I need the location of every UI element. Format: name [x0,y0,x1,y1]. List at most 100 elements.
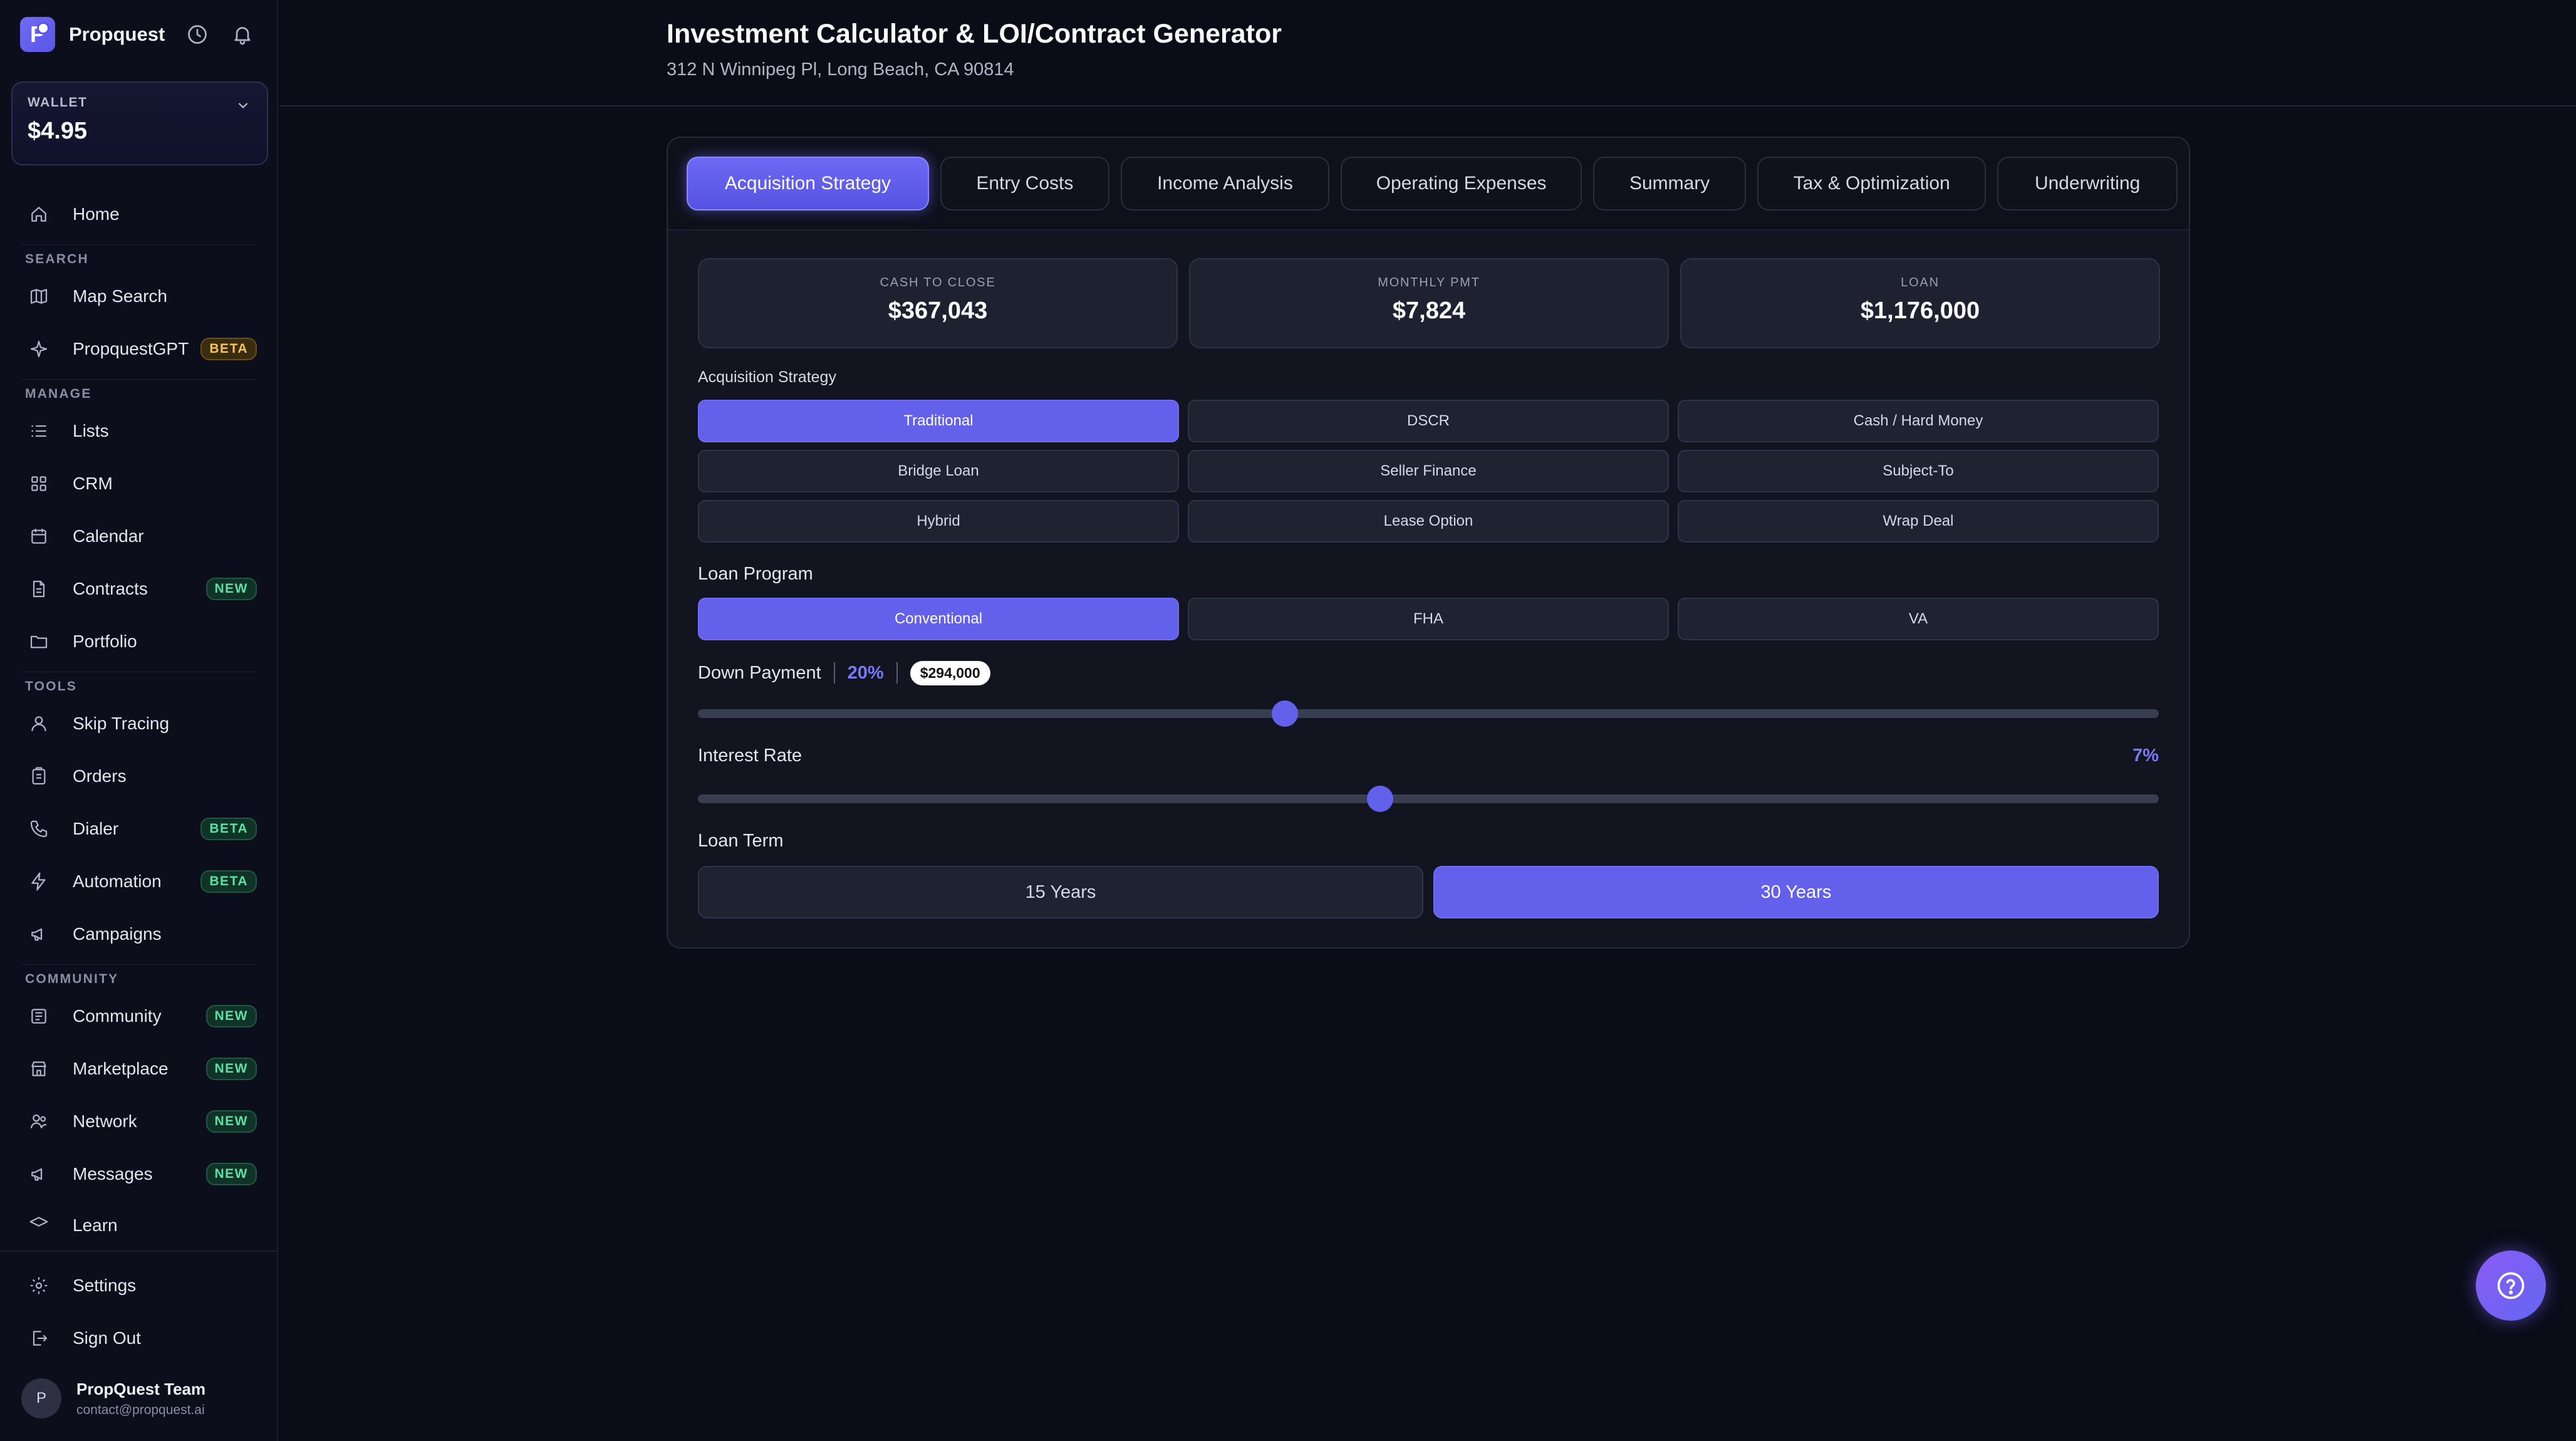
sidebar-item-settings[interactable]: Settings [0,1259,278,1312]
strategy-option-hybrid[interactable]: Hybrid [698,500,1179,543]
history-icon[interactable] [185,22,210,47]
sidebar-item-network[interactable]: Network NEW [0,1095,278,1148]
chevron-down-icon[interactable] [234,96,252,114]
strategy-option-bridge-loan[interactable]: Bridge Loan [698,450,1179,492]
loan-term-30-years[interactable]: 30 Years [1433,866,2159,918]
bell-icon[interactable] [230,22,255,47]
sidebar-item-orders[interactable]: Orders [0,750,278,803]
newspaper-icon [28,1005,50,1027]
sidebar-item-sign-out[interactable]: Sign Out [0,1312,278,1365]
sidebar-item-crm[interactable]: CRM [0,457,278,510]
sidebar-item-label: Portfolio [73,632,137,651]
beta-badge: BETA [200,338,257,360]
property-address: 312 N Winnipeg Pl, Long Beach, CA 90814 [667,60,1014,80]
wallet-card[interactable]: WALLET $4.95 [11,81,268,165]
strategy-option-wrap-deal[interactable]: Wrap Deal [1678,500,2159,543]
main-content: Investment Calculator & LOI/Contract Gen… [279,0,2576,1441]
sidebar-item-label: Map Search [73,286,167,306]
list-icon [28,420,50,442]
divider [896,662,898,684]
strategy-option-cash-hard-money[interactable]: Cash / Hard Money [1678,400,2159,442]
interest-rate-slider[interactable] [698,786,2159,812]
beta-badge: BETA [200,870,257,893]
nav-section-tools: TOOLS [25,679,77,694]
sidebar-item-calendar[interactable]: Calendar [0,510,278,563]
sidebar-item-messages[interactable]: Messages NEW [0,1148,278,1200]
down-payment-row: Down Payment 20% $294,000 [698,660,990,685]
sidebar-nav: Home SEARCH Map Search PropquestGPT BETA… [0,188,278,1236]
map-icon [28,285,50,308]
sidebar-item-home[interactable]: Home [0,188,278,241]
loan-program-conventional[interactable]: Conventional [698,598,1179,640]
user-icon [28,712,50,735]
document-icon [28,578,50,600]
strategy-option-seller-finance[interactable]: Seller Finance [1188,450,1669,492]
stat-cash-to-close: CASH TO CLOSE $367,043 [698,258,1178,348]
phone-icon [28,818,50,840]
sidebar-item-dialer[interactable]: Dialer BETA [0,803,278,855]
stats-row: CASH TO CLOSE $367,043 MONTHLY PMT $7,82… [698,258,2160,348]
strategy-option-dscr[interactable]: DSCR [1188,400,1669,442]
down-payment-label: Down Payment [698,662,821,683]
tab-acquisition-strategy[interactable]: Acquisition Strategy [687,157,929,211]
sidebar-item-label: Contracts [73,579,148,598]
tab-summary[interactable]: Summary [1593,157,1747,211]
brand-logo[interactable]: P [20,17,55,52]
sidebar-item-label: Orders [73,766,127,786]
loan-term-15-years[interactable]: 15 Years [698,866,1423,918]
slider-thumb[interactable] [1272,700,1299,727]
sidebar-item-community[interactable]: Community NEW [0,990,278,1043]
tab-income-analysis[interactable]: Income Analysis [1120,157,1330,211]
grid-icon [28,472,50,495]
calculator-panel: Acquisition Strategy Entry Costs Income … [667,137,2190,949]
stat-label: MONTHLY PMT [1378,276,1480,289]
sidebar-item-automation[interactable]: Automation BETA [0,855,278,908]
header-divider [279,105,2576,107]
down-payment-amount: $294,000 [910,660,990,685]
tab-bar: Acquisition Strategy Entry Costs Income … [668,138,2189,231]
tab-underwriting[interactable]: Underwriting [1997,157,2178,211]
sidebar-item-lists[interactable]: Lists [0,405,278,457]
sidebar-item-learn[interactable]: Learn [0,1200,278,1236]
sidebar-item-label: Skip Tracing [73,714,170,733]
brand-logo-dot [37,22,49,34]
loan-term-label: Loan Term [698,831,784,851]
loan-program-fha[interactable]: FHA [1188,598,1669,640]
strategy-option-subject-to[interactable]: Subject-To [1678,450,2159,492]
sidebar-item-portfolio[interactable]: Portfolio [0,615,278,668]
user-profile[interactable]: P PropQuest Team contact@propquest.ai [21,1378,205,1418]
down-payment-slider[interactable] [698,700,2159,727]
brand: P Propquest [20,16,255,53]
divider [833,662,835,684]
nav-section-search: SEARCH [25,252,89,266]
stat-label: CASH TO CLOSE [880,276,996,289]
sidebar-item-contracts[interactable]: Contracts NEW [0,563,278,615]
lightning-icon [28,870,50,893]
sidebar-item-skip-tracing[interactable]: Skip Tracing [0,697,278,750]
loan-program-va[interactable]: VA [1678,598,2159,640]
megaphone-icon [28,1163,50,1185]
slider-thumb[interactable] [1367,786,1394,812]
interest-rate-value: 7% [2132,746,2159,766]
strategy-option-lease-option[interactable]: Lease Option [1188,500,1669,543]
megaphone-icon [28,923,50,945]
tab-operating-expenses[interactable]: Operating Expenses [1341,157,1582,211]
sidebar-footer: Settings Sign Out [0,1251,278,1365]
sidebar-item-label: Calendar [73,526,144,546]
strategy-option-traditional[interactable]: Traditional [698,400,1179,442]
sign-out-icon [28,1327,50,1350]
acquisition-strategy-label: Acquisition Strategy [698,368,836,386]
sidebar-item-propquestgpt[interactable]: PropquestGPT BETA [0,323,278,375]
tab-entry-costs[interactable]: Entry Costs [940,157,1109,211]
sidebar-item-label: Dialer [73,819,119,838]
sidebar: P Propquest WALLET $4.95 Home SEARCH Map… [0,0,278,1441]
sidebar-item-marketplace[interactable]: Marketplace NEW [0,1043,278,1095]
sidebar-item-map-search[interactable]: Map Search [0,270,278,323]
sidebar-item-campaigns[interactable]: Campaigns [0,908,278,960]
tab-tax-optimization[interactable]: Tax & Optimization [1757,157,1987,211]
divider [21,379,257,380]
user-info: PropQuest Team contact@propquest.ai [76,1380,205,1418]
help-button[interactable] [2476,1251,2546,1321]
folder-icon [28,630,50,653]
brand-name: Propquest [69,23,165,45]
